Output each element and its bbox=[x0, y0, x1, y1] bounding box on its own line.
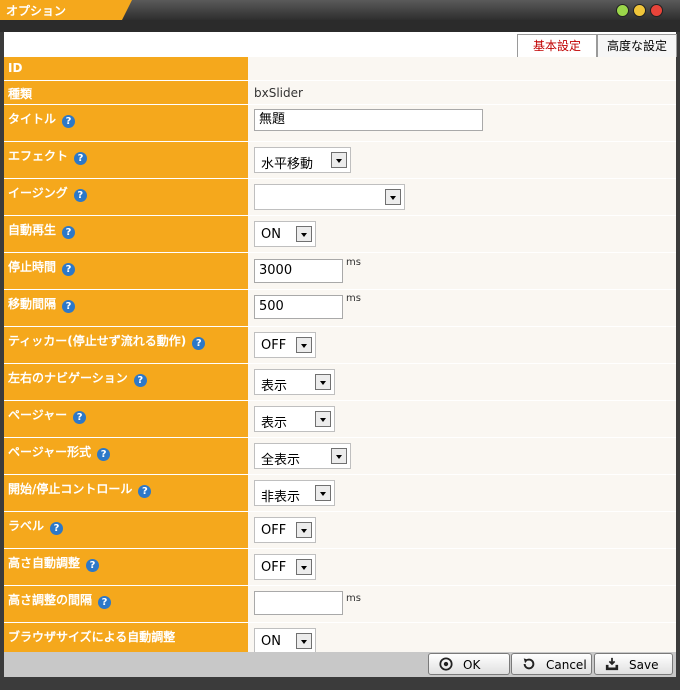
row-label: ラベル? OFF bbox=[4, 512, 676, 549]
chevron-down-icon bbox=[315, 485, 331, 501]
chevron-down-icon bbox=[296, 337, 312, 353]
label-select[interactable]: OFF bbox=[254, 517, 316, 543]
save-button[interactable]: Save bbox=[594, 653, 673, 675]
unit-label: ms bbox=[346, 293, 361, 304]
type-value: bxSlider bbox=[254, 86, 303, 100]
help-icon[interactable]: ? bbox=[62, 115, 76, 128]
adaptive-height-select[interactable]: OFF bbox=[254, 554, 316, 580]
row-pause-time: 停止時間? 3000 ms bbox=[4, 253, 676, 290]
pager-select[interactable]: 表示 bbox=[254, 406, 335, 432]
help-icon[interactable]: ? bbox=[192, 337, 206, 350]
row-type: 種類 bxSlider bbox=[4, 81, 676, 105]
help-icon[interactable]: ? bbox=[86, 559, 100, 572]
row-height-interval: 高さ調整の間隔? ms bbox=[4, 586, 676, 623]
pause-time-input[interactable]: 3000 bbox=[254, 259, 343, 283]
chevron-down-icon bbox=[331, 448, 347, 464]
titlebar-separator bbox=[0, 20, 680, 32]
chevron-down-icon bbox=[296, 522, 312, 538]
ticker-select[interactable]: OFF bbox=[254, 332, 316, 358]
tab-advanced-settings[interactable]: 高度な設定 bbox=[597, 34, 677, 57]
settings-form: ID 種類 bxSlider タイトル? 無題 エフェクト? 水平移動 イージン… bbox=[4, 57, 676, 660]
tab-bar: 基本設定 高度な設定 bbox=[4, 32, 677, 57]
window-title: オプション bbox=[6, 4, 67, 18]
help-icon[interactable]: ? bbox=[62, 226, 76, 239]
row-id: ID bbox=[4, 57, 676, 81]
responsive-select[interactable]: ON bbox=[254, 628, 316, 654]
unit-label: ms bbox=[346, 257, 361, 268]
ok-button[interactable]: OK bbox=[428, 653, 510, 675]
help-icon[interactable]: ? bbox=[98, 596, 112, 609]
window-titlebar: オプション bbox=[0, 0, 680, 20]
row-pager-type: ページャー形式? 全表示 bbox=[4, 438, 676, 475]
help-icon[interactable]: ? bbox=[62, 263, 76, 276]
help-icon[interactable]: ? bbox=[97, 448, 111, 461]
help-icon[interactable]: ? bbox=[73, 411, 87, 424]
help-icon[interactable]: ? bbox=[50, 522, 64, 535]
chevron-down-icon bbox=[296, 226, 312, 242]
chevron-down-icon bbox=[331, 152, 347, 168]
close-icon[interactable] bbox=[650, 4, 663, 17]
help-icon[interactable]: ? bbox=[74, 152, 88, 165]
undo-icon bbox=[523, 658, 535, 670]
row-adaptive-height: 高さ自動調整? OFF bbox=[4, 549, 676, 586]
row-easing: イージング? bbox=[4, 179, 676, 216]
row-move-interval: 移動間隔? 500 ms bbox=[4, 290, 676, 327]
chevron-down-icon bbox=[315, 374, 331, 390]
start-stop-control-select[interactable]: 非表示 bbox=[254, 480, 335, 506]
save-icon bbox=[605, 657, 619, 671]
chevron-down-icon bbox=[296, 633, 312, 649]
effect-select[interactable]: 水平移動 bbox=[254, 147, 351, 173]
label-type: 種類 bbox=[4, 81, 248, 104]
row-effect: エフェクト? 水平移動 bbox=[4, 142, 676, 179]
height-interval-input[interactable] bbox=[254, 591, 343, 615]
easing-select[interactable] bbox=[254, 184, 405, 210]
target-icon bbox=[439, 657, 453, 671]
options-panel: 基本設定 高度な設定 ID 種類 bxSlider タイトル? 無題 エフェクト… bbox=[4, 32, 677, 660]
help-icon[interactable]: ? bbox=[73, 189, 87, 202]
tab-basic-settings[interactable]: 基本設定 bbox=[517, 34, 597, 57]
unit-label: ms bbox=[346, 593, 361, 604]
title-input[interactable]: 無題 bbox=[254, 109, 483, 131]
pager-type-select[interactable]: 全表示 bbox=[254, 443, 351, 469]
row-navigation: 左右のナビゲーション? 表示 bbox=[4, 364, 676, 401]
row-ticker: ティッカー(停止せず流れる動作)? OFF bbox=[4, 327, 676, 364]
row-autoplay: 自動再生? ON bbox=[4, 216, 676, 253]
minimize-icon[interactable] bbox=[616, 4, 629, 17]
window-bottom-border bbox=[0, 677, 680, 690]
row-pager: ページャー? 表示 bbox=[4, 401, 676, 438]
chevron-down-icon bbox=[385, 189, 401, 205]
row-start-stop-control: 開始/停止コントロール? 非表示 bbox=[4, 475, 676, 512]
navigation-select[interactable]: 表示 bbox=[254, 369, 335, 395]
chevron-down-icon bbox=[315, 411, 331, 427]
help-icon[interactable]: ? bbox=[62, 300, 76, 313]
move-interval-input[interactable]: 500 bbox=[254, 295, 343, 319]
help-icon[interactable]: ? bbox=[133, 374, 147, 387]
autoplay-select[interactable]: ON bbox=[254, 221, 316, 247]
label-id: ID bbox=[4, 57, 248, 80]
cancel-button[interactable]: Cancel bbox=[511, 653, 592, 675]
chevron-down-icon bbox=[296, 559, 312, 575]
maximize-icon[interactable] bbox=[633, 4, 646, 17]
button-bar: OK Cancel Save bbox=[4, 652, 676, 677]
help-icon[interactable]: ? bbox=[138, 485, 152, 498]
row-title: タイトル? 無題 bbox=[4, 105, 676, 142]
